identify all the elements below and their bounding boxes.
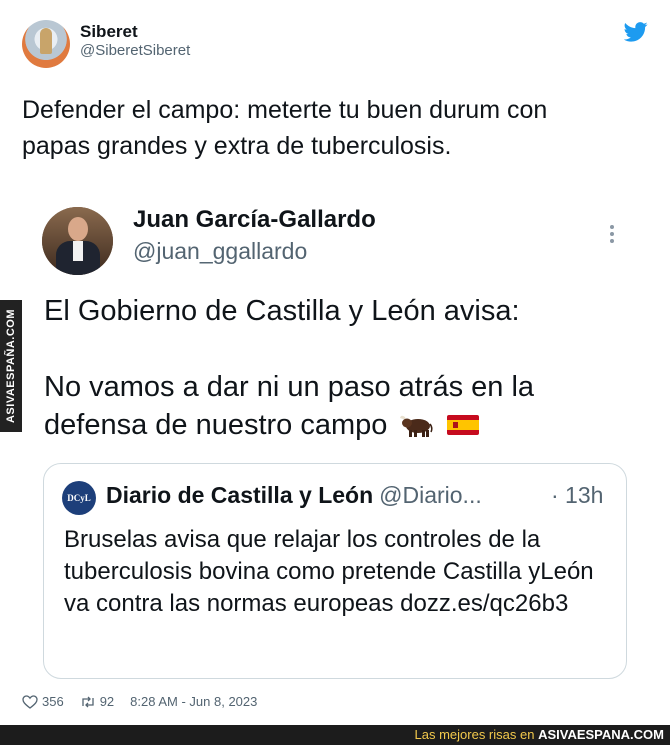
footer-prefix: Las mejores risas en bbox=[414, 727, 539, 742]
heart-icon[interactable] bbox=[22, 694, 38, 709]
more-vertical-icon bbox=[606, 222, 618, 248]
twitter-bird-icon[interactable] bbox=[624, 22, 648, 42]
site-footer-bar: Las mejores risas en ASIVAESPANA.COM bbox=[0, 725, 670, 745]
quoted-tweet-header: Diario de Castilla y León @Diario... · 13… bbox=[106, 482, 616, 509]
bull-emoji bbox=[400, 415, 434, 437]
site-footer-text[interactable]: Las mejores risas en ASIVAESPANA.COM bbox=[415, 727, 664, 742]
embedded-tweet-text: El Gobierno de Castilla y León avisa: No… bbox=[44, 292, 624, 444]
retweet-icon[interactable] bbox=[80, 695, 96, 709]
embedded-display-name: Juan García-Gallardo bbox=[133, 206, 376, 233]
embedded-handle: @juan_ggallardo bbox=[133, 238, 308, 264]
embedded-avatar bbox=[42, 207, 113, 275]
tweet-text: Defender el campo: meterte tu buen durum… bbox=[22, 96, 548, 160]
like-count: 356 bbox=[42, 694, 64, 709]
watermark: ASIVAESPAÑA.COM bbox=[0, 300, 22, 432]
embedded-line-2-wrap: No vamos a dar ni un paso atrás en la de… bbox=[44, 368, 624, 444]
quoted-handle: @Diario... bbox=[379, 482, 482, 508]
display-name[interactable]: Siberet bbox=[80, 22, 138, 42]
quoted-display-name: Diario de Castilla y León bbox=[106, 482, 374, 508]
quoted-account-logo: DCyL bbox=[62, 481, 96, 515]
retweet-count: 92 bbox=[99, 694, 115, 709]
tweet-stats: 356 92 8:28 AM - Jun 8, 2023 bbox=[22, 694, 257, 709]
spain-flag-emoji bbox=[446, 415, 479, 435]
user-handle[interactable]: @SiberetSiberet bbox=[80, 42, 190, 59]
avatar[interactable] bbox=[22, 20, 70, 68]
quoted-tweet-text: Bruselas avisa que relajar los controles… bbox=[64, 526, 594, 617]
embedded-line-1: El Gobierno de Castilla y León avisa: bbox=[44, 295, 520, 327]
tweet-timestamp[interactable]: 8:28 AM - Jun 8, 2023 bbox=[130, 694, 257, 709]
quoted-logo-text: DCyL bbox=[67, 493, 91, 503]
footer-brand[interactable]: ASIVAESPANA.COM bbox=[538, 727, 664, 742]
watermark-text: ASIVAESPAÑA.COM bbox=[5, 308, 17, 424]
quoted-time: · 13h bbox=[551, 482, 604, 508]
